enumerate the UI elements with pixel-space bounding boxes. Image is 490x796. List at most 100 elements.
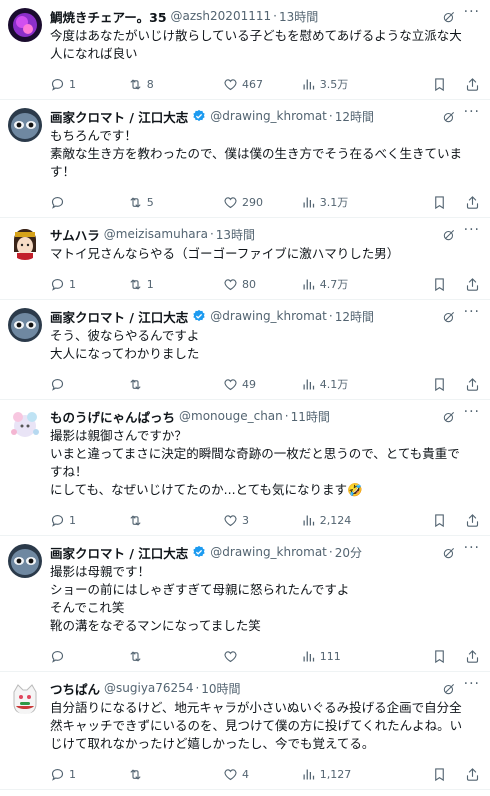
reply-button[interactable] — [50, 195, 128, 210]
grok-icon[interactable] — [442, 309, 456, 323]
bookmark-button[interactable] — [432, 649, 447, 664]
bookmark-button[interactable] — [432, 77, 447, 92]
user-handle[interactable]: @drawing_khromat — [210, 309, 327, 323]
tweet-text-line: 素敵な生き方を教わったので、僕は僕の生き方でそう在るべく生きています！ — [50, 146, 463, 179]
avatar[interactable] — [8, 308, 42, 342]
views-button[interactable]: 3.1万 — [301, 194, 398, 210]
timestamp[interactable]: 12時間 — [335, 308, 374, 325]
user-handle[interactable]: @drawing_khromat — [210, 109, 327, 123]
display-name[interactable]: サムハラ — [50, 225, 100, 244]
retweet-button[interactable] — [128, 513, 223, 528]
avatar[interactable] — [8, 226, 42, 260]
avatar[interactable] — [8, 8, 42, 42]
reply-tweet[interactable]: ··· 画家クロマト / 江口大志 @drawing_khromat · 12時間 そう、… — [0, 300, 490, 400]
bookmark-button[interactable] — [432, 277, 447, 292]
bookmark-button[interactable] — [432, 767, 447, 782]
reply-tweet[interactable]: ··· ものうげにゃんぱっち @monouge_chan · 11時間 撮影は親御さんです… — [0, 400, 490, 536]
share-button[interactable] — [465, 513, 480, 528]
like-button[interactable]: 49 — [223, 377, 301, 392]
like-button[interactable] — [223, 649, 301, 664]
reply-button[interactable] — [50, 377, 128, 392]
views-button[interactable]: 4.1万 — [301, 376, 398, 392]
timestamp[interactable]: 20分 — [335, 544, 362, 561]
user-handle[interactable]: @azsh20201111 — [171, 9, 272, 23]
reply-tweet[interactable]: ··· 画家クロマト / 江口大志 @drawing_khromat · 12時間 もちろ… — [0, 100, 490, 218]
retweet-button[interactable] — [128, 649, 223, 664]
bookmark-button[interactable] — [432, 195, 447, 210]
bookmark-button[interactable] — [432, 377, 447, 392]
display-name[interactable]: つちぱん — [50, 679, 100, 698]
like-button[interactable]: 3 — [223, 513, 301, 528]
retweet-button[interactable]: 5 — [128, 195, 223, 210]
timestamp[interactable]: 13時間 — [216, 226, 255, 243]
views-button[interactable]: 3.5万 — [301, 76, 398, 92]
avatar[interactable] — [8, 680, 42, 714]
more-icon[interactable]: ··· — [464, 104, 480, 120]
grok-icon[interactable] — [442, 681, 456, 695]
separator-dot: · — [195, 681, 200, 695]
grok-icon[interactable] — [442, 9, 456, 23]
views-button[interactable]: 1,127 — [301, 767, 398, 782]
user-handle[interactable]: @monouge_chan — [179, 409, 283, 423]
grok-icon[interactable] — [442, 409, 456, 423]
share-button[interactable] — [465, 377, 480, 392]
timestamp[interactable]: 13時間 — [279, 8, 318, 25]
reply-count: 1 — [69, 277, 76, 291]
like-count: 80 — [242, 277, 257, 291]
more-icon[interactable]: ··· — [464, 676, 480, 692]
views-button[interactable]: 2,124 — [301, 513, 398, 528]
timestamp[interactable]: 12時間 — [335, 108, 374, 125]
retweet-button[interactable] — [128, 377, 223, 392]
display-name[interactable]: 画家クロマト / 江口大志 — [50, 107, 188, 126]
share-button[interactable] — [465, 77, 480, 92]
reply-feed: ··· 鯛焼きチェアー。35 @azsh20201111 · 13時間 今度はあなたがいじ… — [0, 0, 490, 790]
more-icon[interactable]: ··· — [464, 404, 480, 420]
avatar[interactable] — [8, 108, 42, 142]
share-button[interactable] — [465, 767, 480, 782]
separator-dot: · — [284, 409, 289, 423]
reply-tweet[interactable]: ··· 画家クロマト / 江口大志 @drawing_khromat · 20分 撮影は母… — [0, 536, 490, 672]
reply-tweet[interactable]: ··· 鯛焼きチェアー。35 @azsh20201111 · 13時間 今度はあなたがいじ… — [0, 0, 490, 100]
avatar[interactable] — [8, 408, 42, 442]
like-button[interactable]: 290 — [223, 195, 301, 210]
grok-icon[interactable] — [442, 109, 456, 123]
user-handle[interactable]: @drawing_khromat — [210, 545, 327, 559]
reply-button[interactable]: 1 — [50, 767, 128, 782]
retweet-button[interactable]: 8 — [128, 77, 223, 92]
reply-button[interactable]: 1 — [50, 277, 128, 292]
display-name[interactable]: 画家クロマト / 江口大志 — [50, 307, 188, 326]
action-bar: 1 4 1,127 — [50, 759, 480, 789]
display-name[interactable]: 画家クロマト / 江口大志 — [50, 543, 188, 562]
share-button[interactable] — [465, 195, 480, 210]
user-handle[interactable]: @meizisamuhara — [104, 227, 208, 241]
views-icon — [301, 649, 316, 664]
display-name[interactable]: ものうげにゃんぱっち — [50, 407, 175, 426]
reply-button[interactable]: 1 — [50, 513, 128, 528]
reply-button[interactable]: 1 — [50, 77, 128, 92]
bookmark-button[interactable] — [432, 513, 447, 528]
user-handle[interactable]: @sugiya76254 — [104, 681, 193, 695]
avatar[interactable] — [8, 544, 42, 578]
display-name[interactable]: 鯛焼きチェアー。35 — [50, 7, 167, 26]
reply-tweet[interactable]: ··· つちぱん @sugiya76254 · 10時間 自分語りになるけど、地元キャラが… — [0, 672, 490, 790]
like-button[interactable]: 4 — [223, 767, 301, 782]
views-button[interactable]: 111 — [301, 649, 398, 664]
reply-tweet[interactable]: ··· サムハラ @meizisamuhara · 13時間 マトイ兄さんならやる（ゴーゴ… — [0, 218, 490, 300]
retweet-button[interactable]: 1 — [128, 277, 223, 292]
more-icon[interactable]: ··· — [464, 540, 480, 556]
reply-button[interactable] — [50, 649, 128, 664]
timestamp[interactable]: 10時間 — [201, 680, 240, 697]
retweet-icon — [128, 767, 143, 782]
more-icon[interactable]: ··· — [464, 222, 480, 238]
grok-icon[interactable] — [442, 227, 456, 241]
share-button[interactable] — [465, 277, 480, 292]
grok-icon[interactable] — [442, 545, 456, 559]
retweet-button[interactable] — [128, 767, 223, 782]
share-button[interactable] — [465, 649, 480, 664]
views-button[interactable]: 4.7万 — [301, 276, 398, 292]
more-icon[interactable]: ··· — [464, 304, 480, 320]
like-button[interactable]: 467 — [223, 77, 301, 92]
like-button[interactable]: 80 — [223, 277, 301, 292]
timestamp[interactable]: 11時間 — [291, 408, 330, 425]
more-icon[interactable]: ··· — [464, 4, 480, 20]
